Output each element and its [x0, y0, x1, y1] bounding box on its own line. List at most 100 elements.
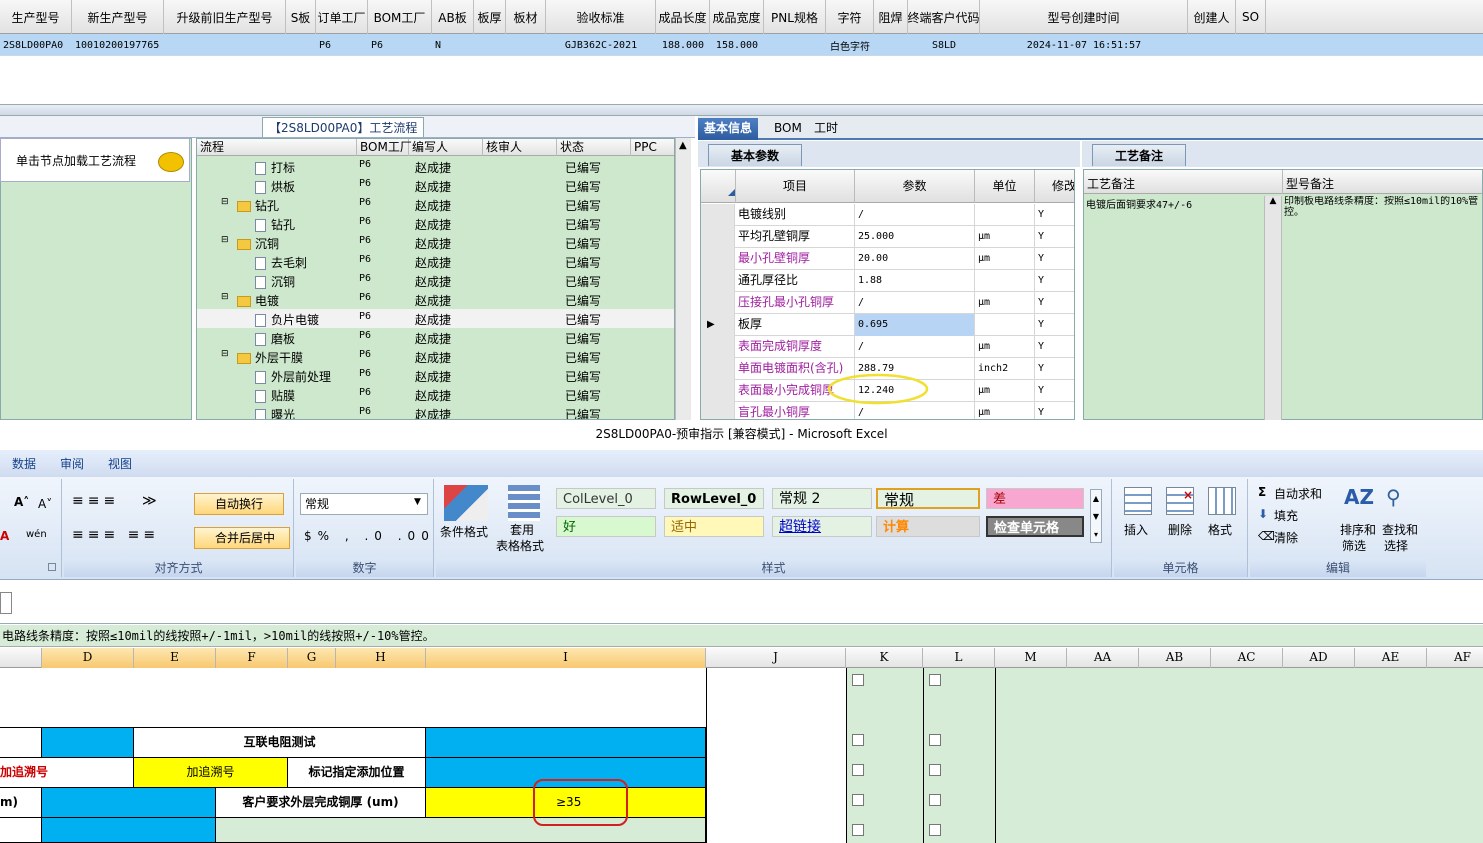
checkbox[interactable] [852, 824, 864, 836]
merge-center-button[interactable]: 合并后居中 [194, 527, 290, 549]
top-cell[interactable]: 188.000 [656, 34, 710, 56]
style-collevel0[interactable]: ColLevel_0 [556, 488, 656, 509]
top-cell[interactable]: P6 [316, 34, 368, 56]
vertical-align-icons[interactable]: ≡≡≡ [72, 493, 119, 509]
delete-button[interactable]: 删除 [1168, 521, 1192, 538]
find-select-label-2[interactable]: 选择 [1384, 537, 1408, 554]
top-col-header[interactable]: 创建人 [1188, 0, 1236, 34]
param-value[interactable]: 20.00 [855, 248, 975, 270]
top-col-header[interactable]: 成品长度 [656, 0, 710, 34]
top-col-header[interactable]: 字符 [826, 0, 874, 34]
insert-button[interactable]: 插入 [1124, 521, 1148, 538]
tree-col-header[interactable]: 编写人 [409, 139, 483, 156]
orientation-icon[interactable]: ≫ [142, 493, 157, 509]
col-header[interactable]: M [995, 648, 1067, 668]
tree-row[interactable]: 去毛刺 P6 赵成捷 已编写 [197, 252, 674, 271]
top-cell[interactable]: 白色字符 [826, 34, 874, 56]
cell-c5[interactable] [0, 818, 42, 843]
col-header[interactable]: L [923, 648, 995, 668]
col-header[interactable]: AD [1283, 648, 1355, 668]
top-cell[interactable]: 2S8LD00PA0 [0, 34, 72, 56]
cell-add-trace[interactable]: 加追溯号 [0, 758, 134, 788]
style-hyperlink[interactable]: 超链接 [772, 516, 872, 537]
tree-col-header[interactable]: BOM工厂 [357, 139, 412, 156]
tab-review[interactable]: 审阅 [48, 455, 96, 472]
checkbox[interactable] [852, 674, 864, 686]
font-shrink-icon[interactable]: A˅ [38, 497, 52, 511]
col-header[interactable]: AF [1427, 648, 1483, 668]
tree-row[interactable]: 外层前处理 P6 赵成捷 已编写 [197, 366, 674, 385]
top-cell[interactable]: N [432, 34, 474, 56]
format-button[interactable]: 格式 [1208, 521, 1232, 538]
style-rowlevel0[interactable]: RowLevel_0 [664, 488, 764, 509]
top-col-header[interactable]: 板材 [506, 0, 546, 34]
cell-d5[interactable] [42, 818, 216, 843]
tree-row[interactable]: 电镀 ⊟ P6 赵成捷 已编写 [197, 290, 674, 309]
param-modify[interactable]: Y [1035, 336, 1074, 358]
cell-um[interactable]: m) [0, 788, 42, 818]
conditional-format-button[interactable]: 条件格式 [440, 523, 488, 540]
col-header[interactable]: G [288, 648, 336, 668]
param-row[interactable]: 平均孔壁铜厚 25.000 μm Y [701, 226, 1074, 248]
cell-e5[interactable] [216, 818, 706, 843]
tab-hours[interactable]: 工时 [808, 118, 844, 140]
top-col-header[interactable]: 新生产型号 [72, 0, 164, 34]
param-row[interactable]: 最小孔壁铜厚 20.00 μm Y [701, 248, 1074, 270]
tree-row[interactable]: 沉铜 P6 赵成捷 已编写 [197, 271, 674, 290]
cell-d4[interactable] [42, 788, 216, 818]
param-value[interactable]: / [855, 204, 975, 226]
insert-icon[interactable] [1124, 487, 1152, 515]
col-header[interactable]: AC [1211, 648, 1283, 668]
col-header[interactable]: J [706, 648, 846, 668]
checkbox[interactable] [929, 794, 941, 806]
param-modify[interactable]: Y [1035, 358, 1074, 380]
top-col-header[interactable]: S板 [286, 0, 316, 34]
style-normal[interactable]: 常规 [876, 488, 980, 509]
checkbox[interactable] [929, 734, 941, 746]
top-cell[interactable]: 10010200197765 [72, 34, 164, 56]
expand-icon[interactable]: ⊟ [221, 349, 229, 359]
top-cell[interactable]: S8LD [908, 34, 980, 56]
style-check-cell[interactable]: 检查单元格 [986, 516, 1084, 537]
tree-row[interactable]: 曝光 P6 赵成捷 已编写 [197, 404, 674, 419]
col-header[interactable]: AA [1067, 648, 1139, 668]
style-calculation[interactable]: 计算 [876, 516, 980, 537]
checkbox[interactable] [852, 764, 864, 776]
expand-icon[interactable]: ⊟ [221, 292, 229, 302]
top-cell[interactable]: 2024-11-07 16:51:57 [980, 34, 1188, 56]
delete-icon[interactable]: × [1166, 487, 1194, 515]
top-col-header[interactable]: 板厚 [474, 0, 506, 34]
top-cell[interactable] [286, 34, 316, 56]
col-header[interactable]: K [846, 648, 923, 668]
number-format-select[interactable]: 常规 [300, 493, 428, 515]
top-col-header[interactable]: 生产型号 [0, 0, 72, 34]
style-normal2[interactable]: 常规 2 [772, 488, 872, 509]
param-value[interactable]: 0.695 [855, 314, 975, 336]
phonetic-icon[interactable]: wén [26, 529, 47, 540]
col-header[interactable]: AB [1139, 648, 1211, 668]
param-modify[interactable]: Y [1035, 402, 1074, 419]
tree-col-header[interactable]: PPC [631, 139, 674, 156]
top-col-header[interactable]: BOM工厂 [368, 0, 432, 34]
expand-icon[interactable]: ⊟ [221, 197, 229, 207]
cell-i2[interactable] [426, 728, 706, 758]
tab-view[interactable]: 视图 [96, 455, 144, 472]
cell-interconnect[interactable]: 互联电阻测试 [134, 728, 426, 758]
model-note[interactable]: 印制板电路线条精度：按照≤10mil的10%管控。 [1284, 196, 1482, 220]
number-format-icons[interactable]: $% , .0 .00 [304, 529, 435, 543]
param-row[interactable]: 表面完成铜厚度 / μm Y [701, 336, 1074, 358]
col-header[interactable]: H [336, 648, 426, 668]
sort-filter-label-2[interactable]: 筛选 [1342, 537, 1366, 554]
tree-row[interactable]: 磨板 P6 赵成捷 已编写 [197, 328, 674, 347]
cell-add-trace-btn[interactable]: 加追溯号 [134, 758, 288, 788]
top-col-header[interactable]: 验收标准 [546, 0, 656, 34]
param-modify[interactable]: Y [1035, 204, 1074, 226]
clear-button[interactable]: 清除 [1274, 529, 1298, 546]
tree-row[interactable]: 沉铜 ⊟ P6 赵成捷 已编写 [197, 233, 674, 252]
cell-customer-req[interactable]: 客户要求外层完成铜厚 (um) [216, 788, 426, 818]
table-format-icon[interactable] [508, 485, 540, 521]
param-modify[interactable]: Y [1035, 380, 1074, 402]
format-icon[interactable] [1208, 487, 1236, 515]
autosum-button[interactable]: 自动求和 [1274, 485, 1322, 502]
splitter[interactable] [0, 104, 1483, 116]
